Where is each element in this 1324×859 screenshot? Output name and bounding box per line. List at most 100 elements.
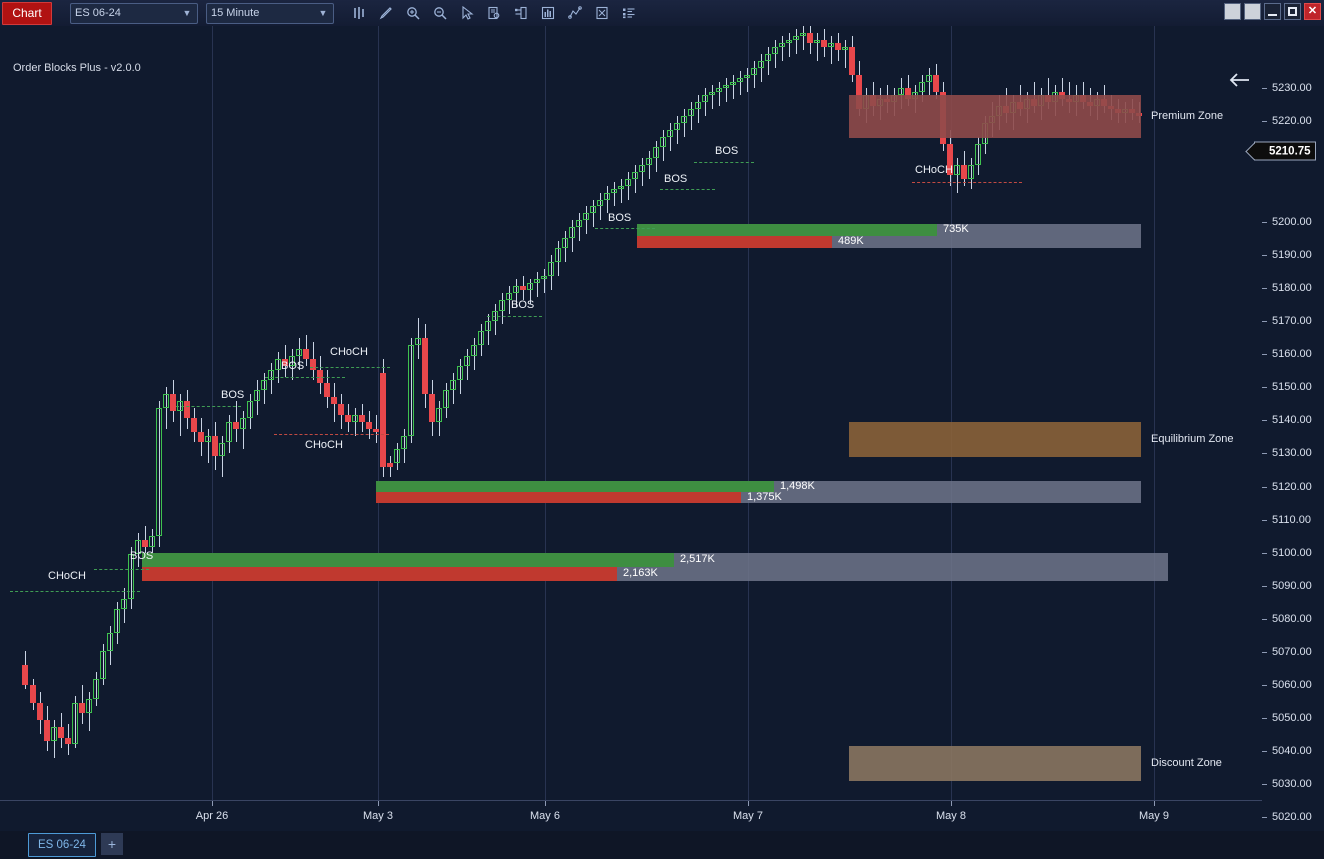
candle-wick [802, 26, 804, 51]
price-axis-tick [1262, 520, 1267, 521]
candle-body [86, 699, 92, 714]
price-axis-tick [1262, 586, 1267, 587]
candle-body [730, 81, 736, 85]
chart-tab-bar: ES 06-24 + [0, 831, 1324, 859]
bars-icon[interactable] [350, 4, 367, 23]
candle-body [800, 32, 806, 37]
candle-wick [627, 171, 629, 200]
price-axis-label: 5060.00 [1272, 679, 1312, 691]
time-axis-label: May 3 [363, 810, 393, 822]
candle-wick [508, 286, 510, 315]
candle-body [744, 74, 750, 79]
candle-body [268, 369, 274, 381]
candle-wick [683, 109, 685, 138]
chart-menu-button[interactable]: Chart [2, 1, 52, 25]
structure-label-bos: BOS [511, 299, 535, 311]
list-icon[interactable] [620, 4, 637, 23]
data-box-icon[interactable] [485, 4, 502, 23]
candle-body [373, 428, 379, 433]
structure-label-bos: BOS [281, 360, 305, 372]
price-axis[interactable]: 5230.00 5220.00 5200.00 5190.00 5180.00 5170.… [1245, 26, 1324, 823]
candle-body [583, 213, 589, 221]
candle-body [261, 380, 267, 391]
candle-body [422, 338, 428, 394]
candle-body [933, 74, 939, 92]
candle-body [625, 178, 631, 186]
chart-toolbar: Chart ES 06-24 ▼ 15 Minute ▼ ✕ [0, 0, 1324, 27]
price-axis-tick [1262, 453, 1267, 454]
pencil-icon[interactable] [377, 4, 394, 23]
order-block-sell-bar [142, 567, 617, 581]
interval-selector[interactable]: 15 Minute ▼ [206, 2, 334, 24]
candle-body [590, 206, 596, 214]
candle-wick [599, 192, 601, 221]
price-axis-tick [1262, 817, 1267, 818]
chart-canvas[interactable]: Order Blocks Plus - v2.0.0 © 2024 NinjaT… [0, 26, 1262, 800]
zoom-out-icon[interactable] [431, 4, 448, 23]
structure-line [265, 377, 345, 378]
histogram-icon[interactable] [539, 4, 556, 23]
candle-body [184, 400, 190, 419]
price-axis-label: 5170.00 [1272, 315, 1312, 327]
zone-equilibrium-zone [849, 422, 1141, 457]
structure-label-bos: BOS [664, 173, 688, 185]
blank-button-2[interactable] [1244, 3, 1261, 20]
candle-wick [389, 456, 391, 478]
cursor-icon[interactable] [458, 4, 475, 23]
order-block-buy-value: 735K [943, 223, 969, 235]
candle-body [436, 407, 442, 422]
candle-wick [774, 39, 776, 68]
candle-body [226, 421, 232, 443]
candle-body [198, 432, 204, 443]
candle-body [709, 91, 715, 96]
candle-wick [725, 78, 727, 103]
zone-label-premium-zone: Premium Zone [1151, 109, 1224, 122]
close-button[interactable]: ✕ [1304, 3, 1321, 20]
blank-button-1[interactable] [1224, 3, 1241, 20]
time-axis[interactable]: Apr 26 May 3 May 6 May 7 May 8 May 9 [0, 800, 1262, 831]
structure-label-choch: CHoCH [48, 570, 86, 582]
time-axis-label: May 8 [936, 810, 966, 822]
maximize-button[interactable] [1284, 3, 1301, 20]
snapshot-icon[interactable] [593, 4, 610, 23]
back-arrow-icon[interactable] [1228, 71, 1252, 89]
candle-body [380, 373, 386, 467]
chart-gridline-vertical [545, 26, 546, 800]
price-axis-label: 5030.00 [1272, 778, 1312, 790]
minimize-button[interactable] [1264, 3, 1281, 20]
time-axis-tick [378, 801, 379, 806]
candle-wick [634, 164, 636, 193]
candle-body [114, 609, 120, 634]
candle-body [387, 463, 393, 467]
interval-value: 15 Minute [211, 7, 260, 19]
candle-body [765, 53, 771, 61]
add-tab-button[interactable]: + [101, 833, 123, 855]
tab-es-06-24[interactable]: ES 06-24 [28, 833, 96, 857]
candle-body [541, 275, 547, 280]
zone-discount-zone [849, 746, 1141, 781]
price-axis-label: 5230.00 [1272, 82, 1312, 94]
line-study-icon[interactable] [566, 4, 583, 23]
candle-wick [781, 36, 783, 61]
candle-wick [704, 88, 706, 117]
instrument-selector[interactable]: ES 06-24 ▼ [70, 2, 198, 24]
candle-body [597, 199, 603, 207]
candle-body [534, 279, 540, 283]
draw-tools-icon[interactable] [512, 4, 529, 23]
candle-body [450, 380, 456, 391]
structure-line [274, 434, 389, 435]
candle-wick [956, 157, 958, 193]
candle-body [170, 393, 176, 412]
candle-body [786, 39, 792, 44]
candle-body [632, 171, 638, 179]
candle-body [555, 248, 561, 262]
zoom-in-icon[interactable] [404, 4, 421, 23]
time-axis-tick [951, 801, 952, 806]
candle-wick [830, 36, 832, 65]
price-axis-tick [1262, 88, 1267, 89]
candle-body [37, 702, 43, 721]
candle-wick [753, 60, 755, 89]
price-axis-tick [1262, 420, 1267, 421]
time-axis-label: May 6 [530, 810, 560, 822]
price-axis-label: 5130.00 [1272, 447, 1312, 459]
